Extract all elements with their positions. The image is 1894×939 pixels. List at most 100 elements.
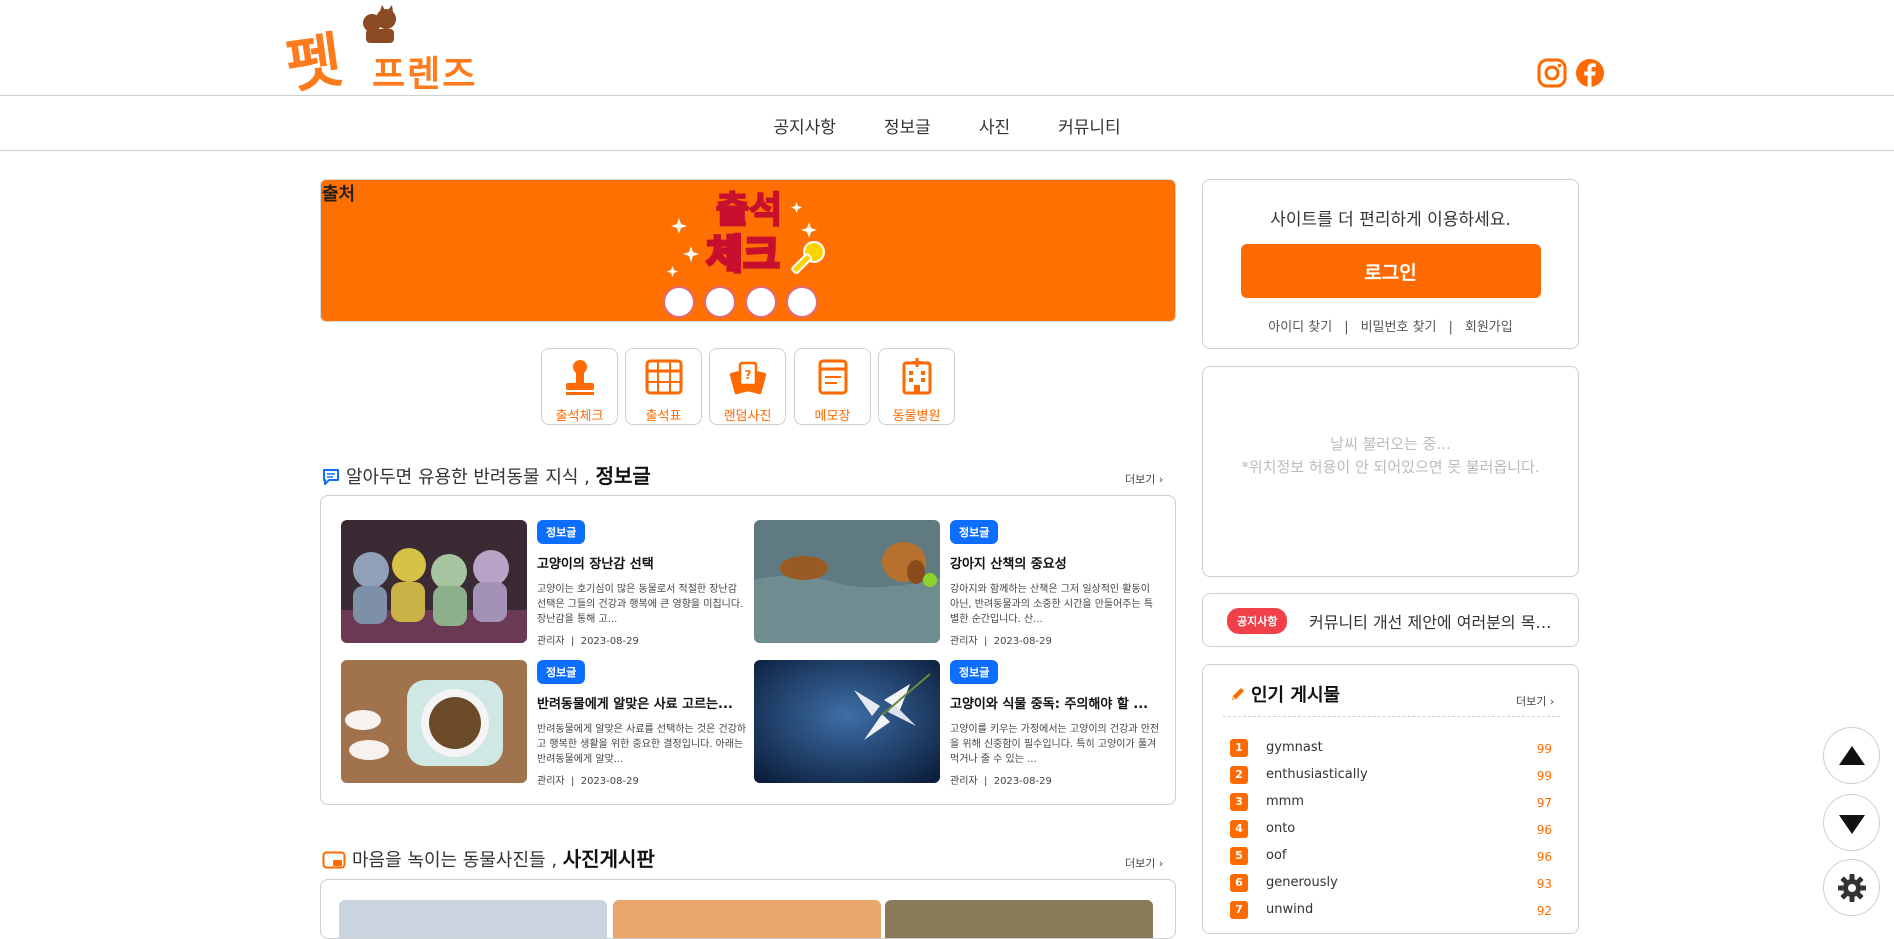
card-meta: 관리자 | 2023-08-29	[537, 776, 639, 787]
card-title[interactable]: 반려동물에게 알맞은 사료 고르는...	[537, 693, 747, 712]
card-thumbnail	[754, 660, 940, 783]
quick-label: 출석표	[645, 409, 682, 424]
popular-divider	[1223, 716, 1560, 717]
card-title[interactable]: 강아지 산책의 중요성	[950, 553, 1160, 572]
quick-memo[interactable]: 메모장	[794, 348, 871, 425]
weather-widget: 날씨 불러오는 중... *위치정보 허용이 안 되어있으면 못 불러옵니다.	[1202, 366, 1579, 577]
popular-item[interactable]: 1 gymnast 99	[1230, 739, 1552, 766]
popular-item[interactable]: 5 oof 96	[1230, 847, 1552, 874]
info-section-heading: 알아두면 유용한 반려동물 지식 , 정보글	[322, 460, 651, 489]
svg-text:체크: 체크	[706, 232, 780, 278]
popular-item[interactable]: 4 onto 96	[1230, 820, 1552, 847]
popular-item[interactable]: 2 enthusiastically 99	[1230, 766, 1552, 793]
site-header: 펫 프렌즈	[0, 0, 1894, 102]
card-thumbnail	[341, 520, 527, 643]
info-heading-strong: 정보글	[595, 464, 651, 488]
arrow-down-icon	[1839, 815, 1865, 834]
popular-item-name: onto	[1266, 821, 1296, 836]
quick-animal-hospital[interactable]: 동물병원	[878, 348, 955, 425]
popular-more-link[interactable]: 더보기 ›	[1516, 693, 1554, 709]
separator: |	[1448, 320, 1453, 335]
separator: |	[1344, 320, 1349, 335]
info-card[interactable]: 정보글 고양이의 장난감 선택 고양이는 호기심이 많은 동물로서 적절한 장난…	[341, 520, 751, 647]
info-badge: 정보글	[950, 660, 999, 684]
info-badge: 정보글	[537, 660, 586, 684]
scroll-top-button[interactable]	[1823, 727, 1880, 784]
info-card[interactable]: 정보글 고양이와 식물 중독: 주의해야 할 ... 고양이를 키우는 가정에서…	[754, 660, 1164, 787]
quick-label: 출석체크	[555, 409, 604, 424]
card-thumbnail	[754, 520, 940, 643]
popular-item-name: generously	[1266, 875, 1338, 890]
quick-label: 메모장	[814, 409, 851, 424]
popular-item-name: unwind	[1266, 902, 1314, 917]
rank-badge: 1	[1230, 739, 1248, 757]
card-title[interactable]: 고양이의 장난감 선택	[537, 553, 747, 572]
card-date: 2023-08-29	[993, 776, 1052, 787]
card-meta: 관리자 | 2023-08-29	[950, 776, 1052, 787]
pencil-icon	[1232, 688, 1244, 700]
info-board: 정보글 고양이의 장난감 선택 고양이는 호기심이 많은 동물로서 적절한 장난…	[320, 495, 1176, 805]
scroll-bottom-button[interactable]	[1823, 794, 1880, 851]
photo-thumbnail[interactable]	[339, 900, 607, 938]
info-card[interactable]: 정보글 반려동물에게 알맞은 사료 고르는... 반려동물에게 알맞은 사료를 …	[341, 660, 751, 787]
popular-item-name: oof	[1266, 848, 1287, 863]
memo-icon	[818, 359, 847, 395]
banner-source-label: 출처	[322, 184, 356, 205]
quick-attendance-table[interactable]: 출석표	[625, 348, 702, 425]
notice-ticker[interactable]: 공지사항 커뮤니티 개선 제안에 여러분의 목소리를 들려주세요	[1202, 593, 1579, 647]
find-password-link[interactable]: 비밀번호 찾기	[1361, 320, 1437, 335]
popular-list: 1 gymnast 99 2 enthusiastically 99 3 mmm 97 4 o…	[1230, 739, 1552, 928]
quick-attendance-check[interactable]: 출석체크	[541, 348, 618, 425]
popular-item-count: 93	[1536, 877, 1552, 891]
card-author: 관리자	[537, 776, 565, 787]
chat-icon	[323, 469, 339, 485]
photo-thumbnail[interactable]	[885, 900, 1153, 938]
card-author: 관리자	[950, 636, 978, 647]
rank-badge: 3	[1230, 793, 1248, 811]
notice-text[interactable]: 커뮤니티 개선 제안에 여러분의 목소리를 들려주세요	[1309, 609, 1559, 633]
attendance-banner[interactable]: 출처 출석 체크	[320, 179, 1176, 322]
popular-item-name: gymnast	[1266, 740, 1323, 755]
rank-badge: 4	[1230, 820, 1248, 838]
popular-item-name: enthusiastically	[1266, 767, 1368, 782]
site-logo[interactable]: 펫 프렌즈	[282, 5, 482, 102]
login-button[interactable]: 로그인	[1240, 244, 1541, 298]
card-thumbnail	[341, 660, 527, 783]
card-excerpt: 고양이는 호기심이 많은 동물로서 적절한 장난감 선택은 그들의 건강과 행복…	[537, 584, 744, 625]
popular-item[interactable]: 6 generously 93	[1230, 874, 1552, 901]
card-meta: 관리자 | 2023-08-29	[950, 636, 1052, 647]
find-id-link[interactable]: 아이디 찾기	[1268, 320, 1332, 335]
svg-text:출석: 출석	[716, 190, 782, 231]
main-nav: 공지사항 정보글 사진 커뮤니티	[0, 96, 1894, 151]
photo-thumbnail[interactable]	[613, 900, 881, 938]
info-heading-prefix: 알아두면 유용한 반려동물 지식 ,	[346, 467, 590, 488]
signup-link[interactable]: 회원가입	[1465, 320, 1513, 335]
instagram-icon[interactable]	[1537, 58, 1567, 88]
nav-item-notice[interactable]: 공지사항	[773, 113, 836, 138]
pets-logo-icon	[363, 5, 396, 43]
settings-button[interactable]	[1823, 859, 1880, 916]
card-author: 관리자	[537, 636, 565, 647]
card-date: 2023-08-29	[580, 636, 639, 647]
popular-item[interactable]: 7 unwind 92	[1230, 901, 1552, 928]
photo-heading-prefix: 마음을 녹이는 동물사진들 ,	[352, 850, 558, 871]
popular-item[interactable]: 3 mmm 97	[1230, 793, 1552, 820]
card-meta: 관리자 | 2023-08-29	[537, 636, 639, 647]
logo-sub-text: 프렌즈	[372, 54, 478, 95]
card-title[interactable]: 고양이와 식물 중독: 주의해야 할 ...	[950, 693, 1160, 712]
logo-main-text: 펫	[282, 25, 345, 103]
quick-random-photo[interactable]: ? 랜덤사진	[709, 348, 786, 425]
nav-item-community[interactable]: 커뮤니티	[1058, 113, 1121, 138]
photo-heading-strong: 사진게시판	[562, 847, 655, 871]
popular-item-count: 92	[1536, 904, 1552, 918]
card-date: 2023-08-29	[993, 636, 1052, 647]
info-card[interactable]: 정보글 강아지 산책의 중요성 강아지와 함께하는 산책은 그저 일상적인 활동…	[754, 520, 1164, 647]
card-excerpt: 강아지와 함께하는 산책은 그저 일상적인 활동이 아닌, 반려동물과의 소중한…	[950, 584, 1154, 625]
facebook-icon[interactable]	[1575, 58, 1605, 88]
photo-section-heading: 마음을 녹이는 동물사진들 , 사진게시판	[322, 843, 655, 872]
nav-item-info[interactable]: 정보글	[884, 113, 931, 138]
info-more-link[interactable]: 더보기 ›	[1125, 471, 1163, 487]
nav-item-photo[interactable]: 사진	[979, 113, 1010, 138]
photo-more-link[interactable]: 더보기 ›	[1125, 855, 1163, 871]
rank-badge: 6	[1230, 874, 1248, 892]
